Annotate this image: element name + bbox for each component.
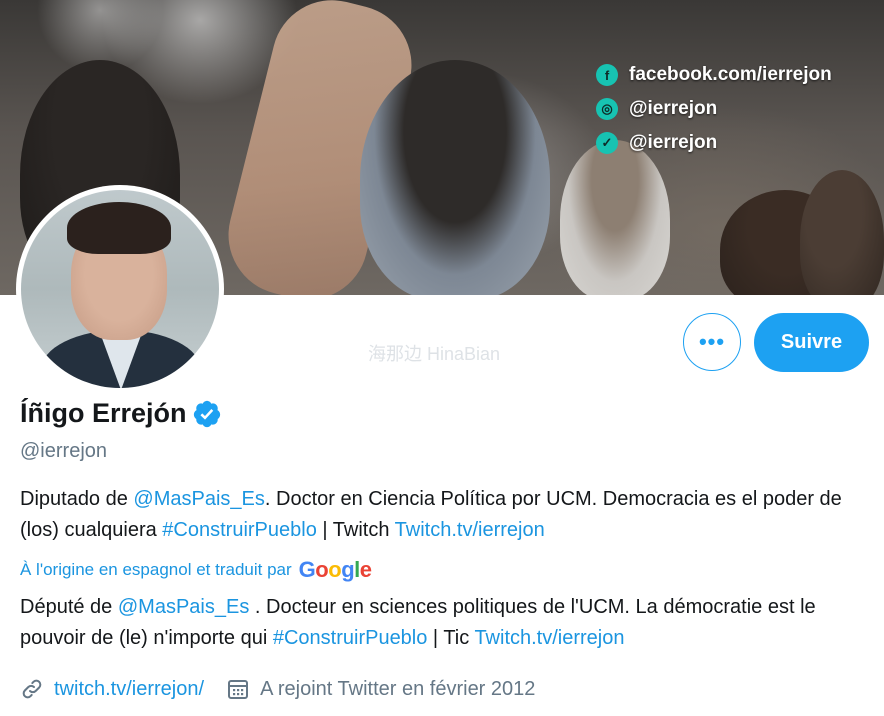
twitter-icon: ✓ [596,132,618,154]
profile-name-row: Íñigo Errejón [20,398,222,429]
profile-bio: Diputado de @MasPais_Es. Doctor en Cienc… [20,484,870,546]
bio-hashtag-link[interactable]: #ConstruirPueblo [273,627,428,649]
follow-button[interactable]: Suivre [754,313,869,372]
verified-badge-icon [193,400,220,427]
translation-note[interactable]: À l'origine en espagnol et traduit par G… [20,557,372,583]
more-options-button[interactable]: ••• [683,313,741,371]
bio-text: Diputado de [20,488,134,510]
banner-photo-person [560,140,670,295]
banner-social-text: @ierrejon [629,98,718,119]
bio-text: | Tic [427,627,475,649]
profile-name: Íñigo Errejón [20,398,187,428]
banner-social-instagram: ◎ @ierrejon [596,92,832,126]
bio-text: Député de [20,596,118,618]
banner-social-links: f facebook.com/ierrejon ◎ @ierrejon ✓ @i… [596,58,832,160]
link-icon [22,679,42,699]
avatar-photo [21,190,219,388]
watermark: 海那边 HinaBian [368,344,501,364]
facebook-icon: f [596,64,618,86]
bio-mention-link[interactable]: @MasPais_Es [133,488,264,510]
bio-twitch-link[interactable]: Twitch.tv/ierrejon [474,627,624,649]
bio-mention-link[interactable]: @MasPais_Es [118,596,249,618]
profile-handle: @ierrejon [20,440,108,462]
banner-social-twitter: ✓ @ierrejon [596,126,832,160]
website-link[interactable]: twitch.tv/ierrejon/ [54,678,204,701]
banner-social-facebook: f facebook.com/ierrejon [596,58,832,92]
profile-meta: twitch.tv/ierrejon/ A rejoint Twitter en… [20,677,557,701]
calendar-icon [228,680,249,699]
bio-hashtag-link[interactable]: #ConstruirPueblo [162,519,317,541]
profile-bio-translated: Député de @MasPais_Es . Docteur en scien… [20,592,870,654]
profile-joined: A rejoint Twitter en février 2012 [226,677,535,701]
instagram-icon: ◎ [596,98,618,120]
avatar-hair [67,202,171,254]
banner-social-text: facebook.com/ierrejon [629,64,832,85]
joined-date: A rejoint Twitter en février 2012 [260,677,536,700]
banner-photo-person [360,60,550,295]
banner-photo-person [800,170,884,295]
profile-avatar[interactable] [16,185,224,393]
bio-twitch-link[interactable]: Twitch.tv/ierrejon [395,519,545,541]
google-logo: Google [298,557,372,582]
banner-social-text: @ierrejon [629,132,718,153]
profile-website[interactable]: twitch.tv/ierrejon/ [20,677,204,701]
bio-text: | Twitch [316,519,395,541]
translation-note-text: À l'origine en espagnol et traduit par [20,560,292,579]
